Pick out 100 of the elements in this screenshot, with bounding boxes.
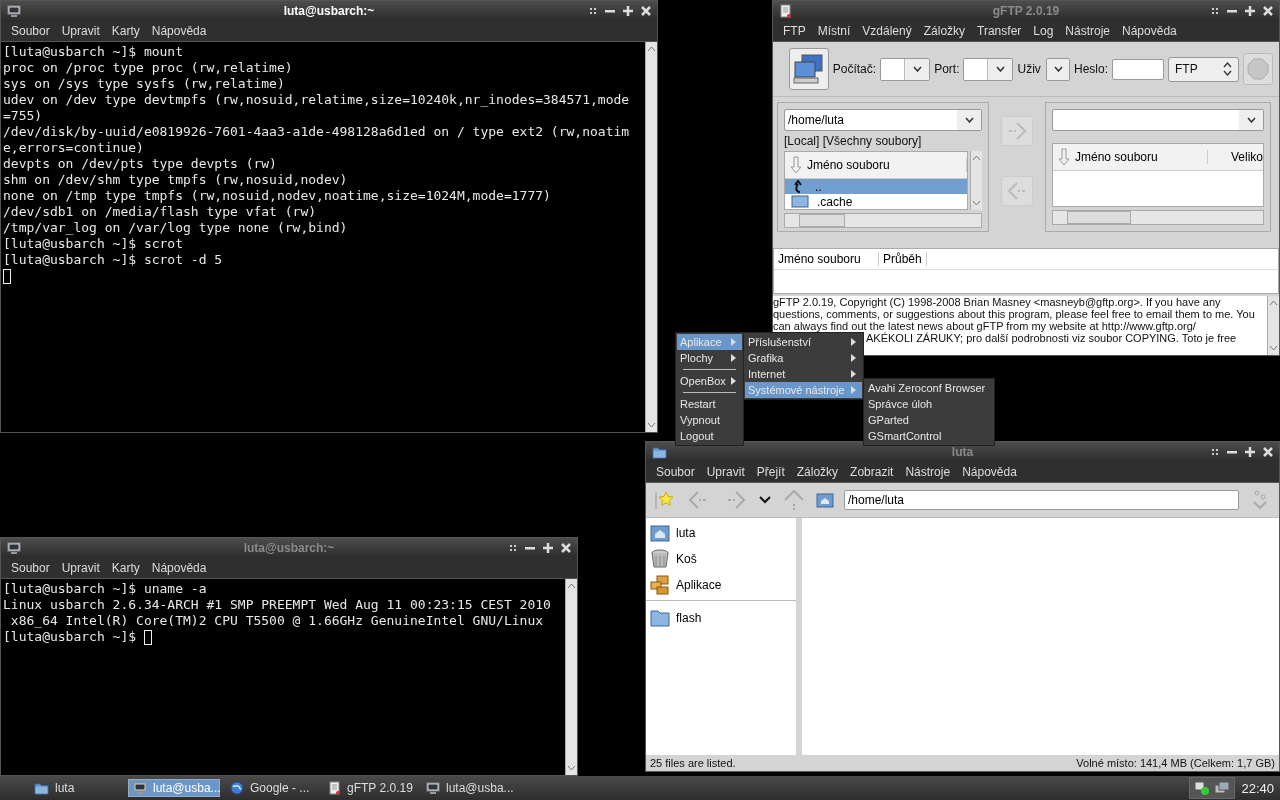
file-row[interactable]: .cache <box>785 194 967 209</box>
maximize-icon[interactable] <box>543 543 553 553</box>
grip-icon[interactable] <box>589 7 597 15</box>
menu-item[interactable]: Nástroje <box>899 465 957 479</box>
path-field[interactable]: /home/luta <box>844 490 1239 510</box>
place-item[interactable]: flash <box>646 605 796 631</box>
menu-item[interactable]: Nápověda <box>145 561 213 575</box>
horizontal-scrollbar[interactable] <box>784 213 982 228</box>
menu-entry[interactable]: Plochy <box>677 350 742 366</box>
stop-button[interactable] <box>1242 53 1273 85</box>
path-combo[interactable]: /home/luta <box>784 109 982 131</box>
menu-item[interactable]: Upravit <box>55 561 106 575</box>
menu-label: Aplikace <box>680 336 722 348</box>
menu-item[interactable]: Přejít <box>750 465 791 479</box>
port-label: Port: <box>934 62 960 76</box>
folder-icon <box>650 609 670 627</box>
menu-item[interactable]: Karty <box>105 24 146 38</box>
menu-entry[interactable]: Správce úloh <box>865 396 993 412</box>
menu-item[interactable]: Soubor <box>650 465 701 479</box>
menu-item[interactable]: Soubor <box>5 561 56 575</box>
menu-item[interactable]: Nápověda <box>956 465 1023 479</box>
scrollbar[interactable] <box>645 42 657 432</box>
grip-icon[interactable] <box>1211 448 1219 456</box>
protocol-select[interactable]: FTP <box>1168 56 1239 82</box>
chevron-down-icon <box>964 117 974 123</box>
grip-icon[interactable] <box>509 544 517 552</box>
close-icon[interactable] <box>561 543 571 553</box>
menu-entry[interactable]: Avahi Zeroconf Browser <box>865 380 993 396</box>
chevron-down-icon[interactable] <box>758 495 772 505</box>
scrollbar[interactable] <box>1267 296 1279 355</box>
menu-item[interactable]: Upravit <box>700 465 751 479</box>
windows-icon[interactable] <box>1214 780 1231 796</box>
taskbar-button[interactable]: gFTP 2.0.19 <box>324 779 416 797</box>
connect-button[interactable] <box>789 48 829 90</box>
terminal-line: [luta@usbarch ~]$ scrot <box>3 236 183 252</box>
column-header[interactable]: Průběh <box>879 252 927 266</box>
menu-entry[interactable]: Logout <box>677 428 742 444</box>
close-icon[interactable] <box>1263 447 1273 457</box>
menu-entry[interactable]: Restart <box>677 396 742 412</box>
place-label: flash <box>676 611 702 625</box>
column-header[interactable]: Jméno souboru <box>1075 150 1208 164</box>
horizontal-scrollbar[interactable] <box>1052 210 1264 225</box>
place-item[interactable]: Aplikace <box>646 572 796 598</box>
menu-entry[interactable]: GSmartControl <box>865 428 993 444</box>
network-icon[interactable] <box>1194 780 1211 796</box>
menu-item[interactable]: Zobrazit <box>844 465 900 479</box>
taskbar-button[interactable]: luta@usba... <box>422 779 514 797</box>
menu-label: Logout <box>680 430 714 442</box>
maximize-icon[interactable] <box>1245 447 1255 457</box>
path-combo[interactable] <box>1052 109 1264 131</box>
menu-item[interactable]: Záložky <box>917 24 972 38</box>
column-header[interactable]: Jméno souboru <box>774 252 879 266</box>
place-item[interactable]: luta <box>646 520 796 546</box>
chevron-down-icon <box>1053 66 1063 72</box>
menu-item[interactable]: Záložky <box>790 465 845 479</box>
menu-item[interactable]: Vzdálený <box>856 24 918 38</box>
password-label: Heslo: <box>1074 62 1109 76</box>
star-icon[interactable] <box>654 489 676 511</box>
column-header[interactable]: Veliko <box>1208 150 1263 164</box>
menu-entry[interactable]: OpenBox <box>677 373 742 389</box>
sort-icon[interactable] <box>789 155 803 175</box>
host-combo[interactable] <box>880 57 931 81</box>
menu-item[interactable]: Nástroje <box>1059 24 1116 38</box>
close-icon[interactable] <box>1263 6 1273 16</box>
user-combo[interactable] <box>1046 57 1070 81</box>
grip-icon[interactable] <box>1211 7 1219 15</box>
menu-entry[interactable]: Internet <box>745 366 862 382</box>
sort-icon[interactable] <box>1057 147 1071 167</box>
taskbar-button[interactable]: luta <box>30 779 122 797</box>
window-title: gFTP 2.0.19 <box>992 4 1060 18</box>
menu-item[interactable]: FTP <box>777 24 812 38</box>
text-cursor <box>3 268 11 284</box>
file-row[interactable]: .. <box>785 179 967 194</box>
menu-entry[interactable]: Příslušenství <box>745 334 862 350</box>
scrollbar[interactable] <box>970 151 982 210</box>
log-line: questions, comments, or suggestions about this program, please feel free to email them to me. You <box>773 308 1256 320</box>
password-field[interactable] <box>1112 58 1165 80</box>
window-title: luta@usbarch:~ <box>243 541 335 555</box>
place-label: Aplikace <box>676 578 722 592</box>
maximize-icon[interactable] <box>1245 6 1255 16</box>
menu-entry[interactable]: GParted <box>865 412 993 428</box>
terminal-line: sys on /sys type sysfs (rw,relatime) <box>3 76 285 92</box>
port-combo[interactable] <box>963 57 1014 81</box>
menu-entry[interactable]: Grafika <box>745 350 862 366</box>
menu-item[interactable]: Nápověda <box>145 24 213 38</box>
place-item[interactable]: Koš <box>646 546 796 572</box>
menu-entry[interactable]: Vypnout <box>677 412 742 428</box>
maximize-icon[interactable] <box>623 6 633 16</box>
menu-item[interactable]: Log <box>1027 24 1060 38</box>
close-icon[interactable] <box>641 6 651 16</box>
menu-item[interactable]: Soubor <box>5 24 56 38</box>
taskbar-button[interactable]: Google - ... <box>226 779 318 797</box>
menu-item[interactable]: Transfer <box>971 24 1028 38</box>
menu-item[interactable]: Místní <box>811 24 857 38</box>
menu-item[interactable]: Nápověda <box>1116 24 1183 38</box>
menu-item[interactable]: Upravit <box>55 24 106 38</box>
scrollbar[interactable] <box>565 579 577 775</box>
home-folder-icon[interactable] <box>816 492 834 508</box>
menu-item[interactable]: Karty <box>105 561 146 575</box>
log-line: gFTP 2.0.19, Copyright (C) 1998-2008 Brian Masney <masneyb@gftp.org>. If you have any <box>773 296 1222 308</box>
